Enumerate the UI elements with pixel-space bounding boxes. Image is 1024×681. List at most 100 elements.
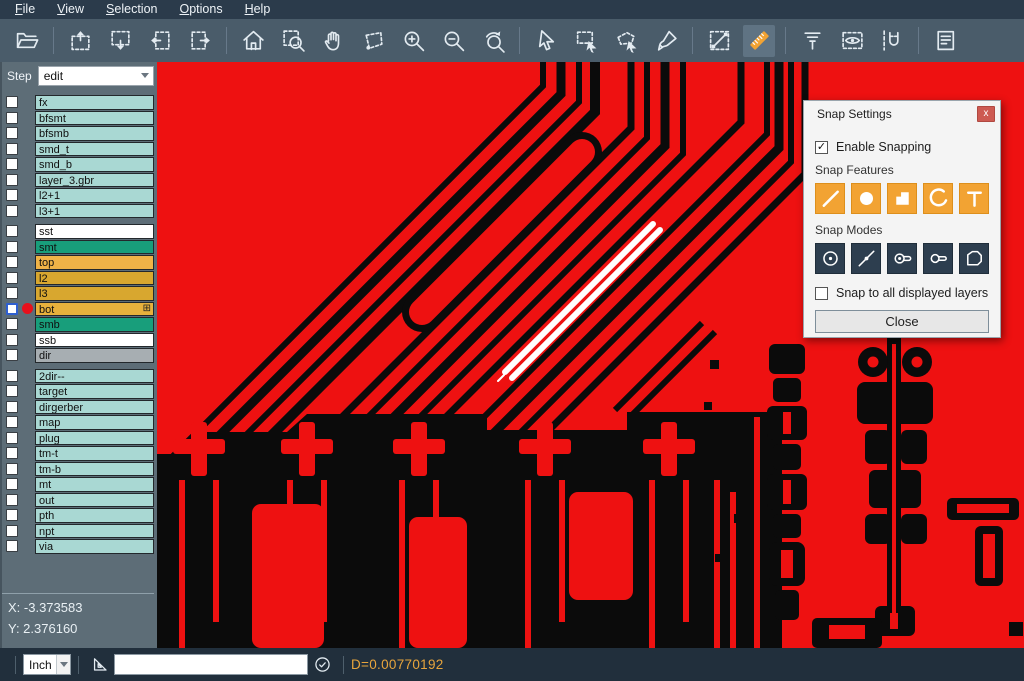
menu-view[interactable]: View <box>46 1 95 18</box>
layer-name-field[interactable]: via <box>35 539 154 554</box>
report-list-button[interactable] <box>929 25 961 57</box>
enable-snapping-checkbox[interactable]: ✓ <box>815 141 828 154</box>
layer-visibility-checkbox[interactable] <box>6 509 18 521</box>
layer-name-field[interactable]: dirgerber <box>35 400 154 415</box>
layer-name-field[interactable]: layer_3.gbr <box>35 173 154 188</box>
snap-all-layers-row[interactable]: Snap to all displayed layers <box>815 286 989 300</box>
layer-name-field[interactable]: out <box>35 493 154 508</box>
layer-visibility-checkbox[interactable] <box>6 478 18 490</box>
shift-view-right-button[interactable] <box>184 25 216 57</box>
layer-visibility-checkbox[interactable] <box>6 225 18 237</box>
step-select[interactable]: edit <box>38 66 154 86</box>
shift-view-down-button[interactable] <box>104 25 136 57</box>
layer-visibility-checkbox[interactable] <box>6 525 18 537</box>
layer-visibility-checkbox[interactable] <box>6 96 18 108</box>
layer-visibility-checkbox[interactable] <box>6 432 18 444</box>
snap-line-button[interactable] <box>815 183 845 214</box>
layer-name-field[interactable]: ssb <box>35 333 154 348</box>
measure-ruler-button[interactable] <box>743 25 775 57</box>
layer-visibility-checkbox[interactable] <box>6 303 18 315</box>
layer-visibility-checkbox[interactable] <box>6 174 18 186</box>
menu-options[interactable]: Options <box>168 1 233 18</box>
layer-visibility-checkbox[interactable] <box>6 385 18 397</box>
snap-all-layers-checkbox[interactable] <box>815 287 828 300</box>
layer-visibility-checkbox[interactable] <box>6 494 18 506</box>
layer-name-field[interactable]: smd_b <box>35 157 154 172</box>
pan-hand-button[interactable] <box>317 25 349 57</box>
shift-view-up-button[interactable] <box>64 25 96 57</box>
layer-name-field[interactable]: l2 <box>35 271 154 286</box>
layer-visibility-checkbox[interactable] <box>6 447 18 459</box>
snap-surface-button[interactable] <box>887 183 917 214</box>
select-rectangle-button[interactable] <box>570 25 602 57</box>
layer-visibility-checkbox[interactable] <box>6 143 18 155</box>
measure-line-button[interactable] <box>703 25 735 57</box>
zoom-in-button[interactable] <box>397 25 429 57</box>
close-button[interactable]: Close <box>815 310 989 333</box>
menu-selection[interactable]: Selection <box>95 1 168 18</box>
layer-visibility-checkbox[interactable] <box>6 463 18 475</box>
layer-visibility-checkbox[interactable] <box>6 540 18 552</box>
command-input[interactable] <box>114 654 308 675</box>
layer-name-field[interactable]: smd_t <box>35 142 154 157</box>
unit-select[interactable]: Inch <box>23 654 71 675</box>
layer-name-field[interactable]: npt <box>35 524 154 539</box>
layer-name-field[interactable]: target <box>35 384 154 399</box>
layer-visibility-checkbox[interactable] <box>6 112 18 124</box>
layer-visibility-checkbox[interactable] <box>6 241 18 253</box>
snap-center-button[interactable] <box>815 243 845 274</box>
snap-magnet-button[interactable] <box>876 25 908 57</box>
layer-visibility-checkbox[interactable] <box>6 416 18 428</box>
layer-visibility-checkbox[interactable] <box>6 349 18 361</box>
zoom-previous-button[interactable] <box>477 25 509 57</box>
filter-funnel-button[interactable] <box>796 25 828 57</box>
layer-name-field[interactable]: mt <box>35 477 154 492</box>
zoom-polygon-button[interactable] <box>357 25 389 57</box>
angle-tool-icon[interactable] <box>89 654 111 676</box>
layer-visibility-checkbox[interactable] <box>6 205 18 217</box>
dialog-titlebar[interactable]: Snap Settings x <box>804 101 1000 126</box>
menu-help[interactable]: Help <box>234 1 282 18</box>
layer-visibility-checkbox[interactable] <box>6 287 18 299</box>
clear-brush-button[interactable] <box>650 25 682 57</box>
layer-visibility-checkbox[interactable] <box>6 158 18 170</box>
view-eye-button[interactable] <box>836 25 868 57</box>
layer-visibility-checkbox[interactable] <box>6 318 18 330</box>
layer-name-field[interactable]: fx <box>35 95 154 110</box>
select-pointer-button[interactable] <box>530 25 562 57</box>
layer-visibility-checkbox[interactable] <box>6 370 18 382</box>
layer-name-field[interactable]: map <box>35 415 154 430</box>
select-polygon-button[interactable] <box>610 25 642 57</box>
layer-name-field[interactable]: bot⊞ <box>35 302 154 317</box>
layer-name-field[interactable]: l2+1 <box>35 188 154 203</box>
layer-name-field[interactable]: pth <box>35 508 154 523</box>
layer-visibility-checkbox[interactable] <box>6 334 18 346</box>
apply-check-icon[interactable] <box>311 654 333 676</box>
snap-contour-button[interactable] <box>959 243 989 274</box>
snap-pad-button[interactable] <box>851 183 881 214</box>
layer-name-field[interactable]: tm-b <box>35 462 154 477</box>
layer-name-field[interactable]: sst <box>35 224 154 239</box>
snap-slot-filled-button[interactable] <box>887 243 917 274</box>
snap-text-button[interactable] <box>959 183 989 214</box>
layer-visibility-checkbox[interactable] <box>6 189 18 201</box>
layer-name-field[interactable]: l3 <box>35 286 154 301</box>
home-view-button[interactable] <box>237 25 269 57</box>
layer-name-field[interactable]: 2dir-- <box>35 369 154 384</box>
layer-name-field[interactable]: bfsmb <box>35 126 154 141</box>
layer-visibility-checkbox[interactable] <box>6 401 18 413</box>
enable-snapping-row[interactable]: ✓ Enable Snapping <box>815 140 989 154</box>
layer-name-field[interactable]: smt <box>35 240 154 255</box>
zoom-window-button[interactable] <box>277 25 309 57</box>
layer-name-field[interactable]: tm-t <box>35 446 154 461</box>
menu-file[interactable]: File <box>4 1 46 18</box>
layer-visibility-checkbox[interactable] <box>6 272 18 284</box>
zoom-out-button[interactable] <box>437 25 469 57</box>
snap-midpoint-button[interactable] <box>851 243 881 274</box>
close-icon[interactable]: x <box>977 106 995 122</box>
open-folder-button[interactable] <box>11 25 43 57</box>
shift-view-left-button[interactable] <box>144 25 176 57</box>
layer-name-field[interactable]: plug <box>35 431 154 446</box>
layer-name-field[interactable]: bfsmt <box>35 111 154 126</box>
snap-arc-button[interactable] <box>923 183 953 214</box>
